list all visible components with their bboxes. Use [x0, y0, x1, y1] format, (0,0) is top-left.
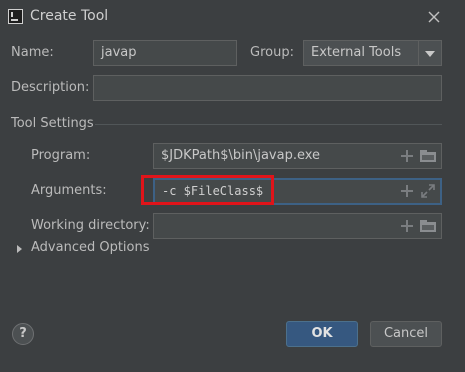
- cancel-button[interactable]: Cancel: [370, 321, 442, 347]
- insert-macro-plus-icon[interactable]: [401, 185, 413, 197]
- expand-icon[interactable]: [421, 184, 435, 198]
- advanced-options-label: Advanced Options: [31, 240, 150, 255]
- description-label: Description:: [11, 80, 90, 95]
- insert-macro-plus-icon[interactable]: [401, 150, 413, 162]
- window-title: Create Tool: [30, 8, 109, 24]
- name-label: Name:: [11, 45, 54, 60]
- working-directory-field[interactable]: [153, 213, 442, 239]
- browse-folder-icon[interactable]: [420, 220, 436, 232]
- browse-folder-icon[interactable]: [420, 150, 436, 162]
- chevron-down-icon[interactable]: [418, 41, 441, 65]
- insert-macro-plus-icon[interactable]: [401, 220, 413, 232]
- group-label: Group:: [250, 45, 294, 60]
- program-label: Program:: [31, 148, 91, 163]
- ok-button[interactable]: OK: [286, 321, 358, 347]
- name-field[interactable]: javap: [93, 40, 237, 66]
- intellij-app-icon: [8, 9, 23, 24]
- close-icon[interactable]: [424, 7, 444, 27]
- arguments-label: Arguments:: [31, 183, 107, 198]
- title-bar: Create Tool: [0, 0, 465, 34]
- program-field[interactable]: $JDKPath$\bin\javap.exe: [153, 143, 442, 169]
- help-button[interactable]: ?: [12, 323, 34, 345]
- group-select[interactable]: External Tools: [303, 40, 442, 66]
- group-select-value: External Tools: [311, 45, 402, 60]
- chevron-right-icon: [17, 245, 22, 253]
- section-divider: [95, 124, 442, 125]
- description-field[interactable]: [93, 75, 442, 101]
- tool-settings-heading: Tool Settings: [11, 116, 94, 131]
- highlight-annotation-box: [141, 175, 274, 205]
- advanced-options-toggle[interactable]: Advanced Options: [14, 240, 154, 260]
- program-value: $JDKPath$\bin\javap.exe: [161, 148, 321, 163]
- working-directory-label: Working directory:: [31, 218, 150, 233]
